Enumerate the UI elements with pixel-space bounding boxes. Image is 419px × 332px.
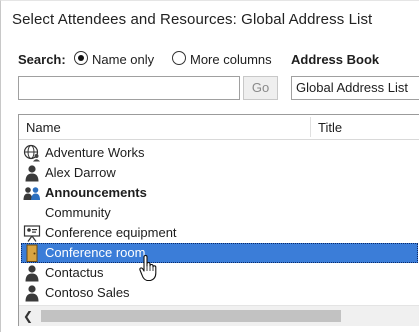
- address-book-select[interactable]: Global Address List: [291, 76, 419, 100]
- name-only-label[interactable]: Name only: [92, 52, 154, 67]
- list-item[interactable]: Announcements: [21, 183, 418, 203]
- person-icon: [25, 165, 39, 182]
- list-item-name: Contoso Sales: [45, 285, 130, 300]
- column-header-name[interactable]: Name: [26, 120, 61, 135]
- list-item-name: Contactus: [45, 265, 104, 280]
- list-item[interactable]: Contactus: [21, 263, 418, 283]
- list-item[interactable]: Conference equipment: [21, 223, 418, 243]
- address-list: Name Title Adventure Works Alex Darrow A…: [18, 114, 419, 326]
- search-input[interactable]: [18, 76, 240, 100]
- more-columns-label[interactable]: More columns: [190, 52, 272, 67]
- dialog-title: Select Attendees and Resources: Global A…: [12, 11, 373, 28]
- search-label: Search:: [18, 52, 66, 67]
- list-header: Name Title: [19, 115, 419, 140]
- column-header-title[interactable]: Title: [318, 120, 342, 135]
- hand-cursor-icon: [139, 255, 157, 282]
- list-item-selected[interactable]: Conference room: [21, 243, 418, 263]
- list-item-name: Alex Darrow: [45, 165, 116, 180]
- list-item[interactable]: Community: [21, 203, 418, 223]
- scroll-left-arrow-icon[interactable]: ❮: [23, 309, 33, 323]
- list-item[interactable]: Contoso Sales: [21, 283, 418, 303]
- person-icon: [25, 265, 39, 282]
- person-icon: [25, 285, 39, 302]
- go-button[interactable]: Go: [243, 76, 278, 100]
- list-item-name: Conference equipment: [45, 225, 177, 240]
- globe-contact-icon: [23, 144, 40, 162]
- equipment-icon: [23, 225, 41, 242]
- list-item-name: Adventure Works: [45, 145, 145, 160]
- scrollbar-thumb[interactable]: [41, 310, 341, 322]
- column-divider[interactable]: [310, 117, 311, 137]
- horizontal-scrollbar[interactable]: ❮: [19, 305, 419, 326]
- list-item[interactable]: Adventure Works: [21, 143, 418, 163]
- list-item-name: Community: [45, 205, 111, 220]
- more-columns-radio[interactable]: [172, 51, 186, 65]
- room-icon: [26, 244, 38, 262]
- list-item-name: Conference room: [45, 245, 146, 260]
- list-item-name: Announcements: [45, 185, 147, 200]
- address-book-label: Address Book: [291, 52, 380, 67]
- group-icon: [23, 187, 40, 200]
- name-only-radio[interactable]: [74, 51, 88, 65]
- list-item[interactable]: Alex Darrow: [21, 163, 418, 183]
